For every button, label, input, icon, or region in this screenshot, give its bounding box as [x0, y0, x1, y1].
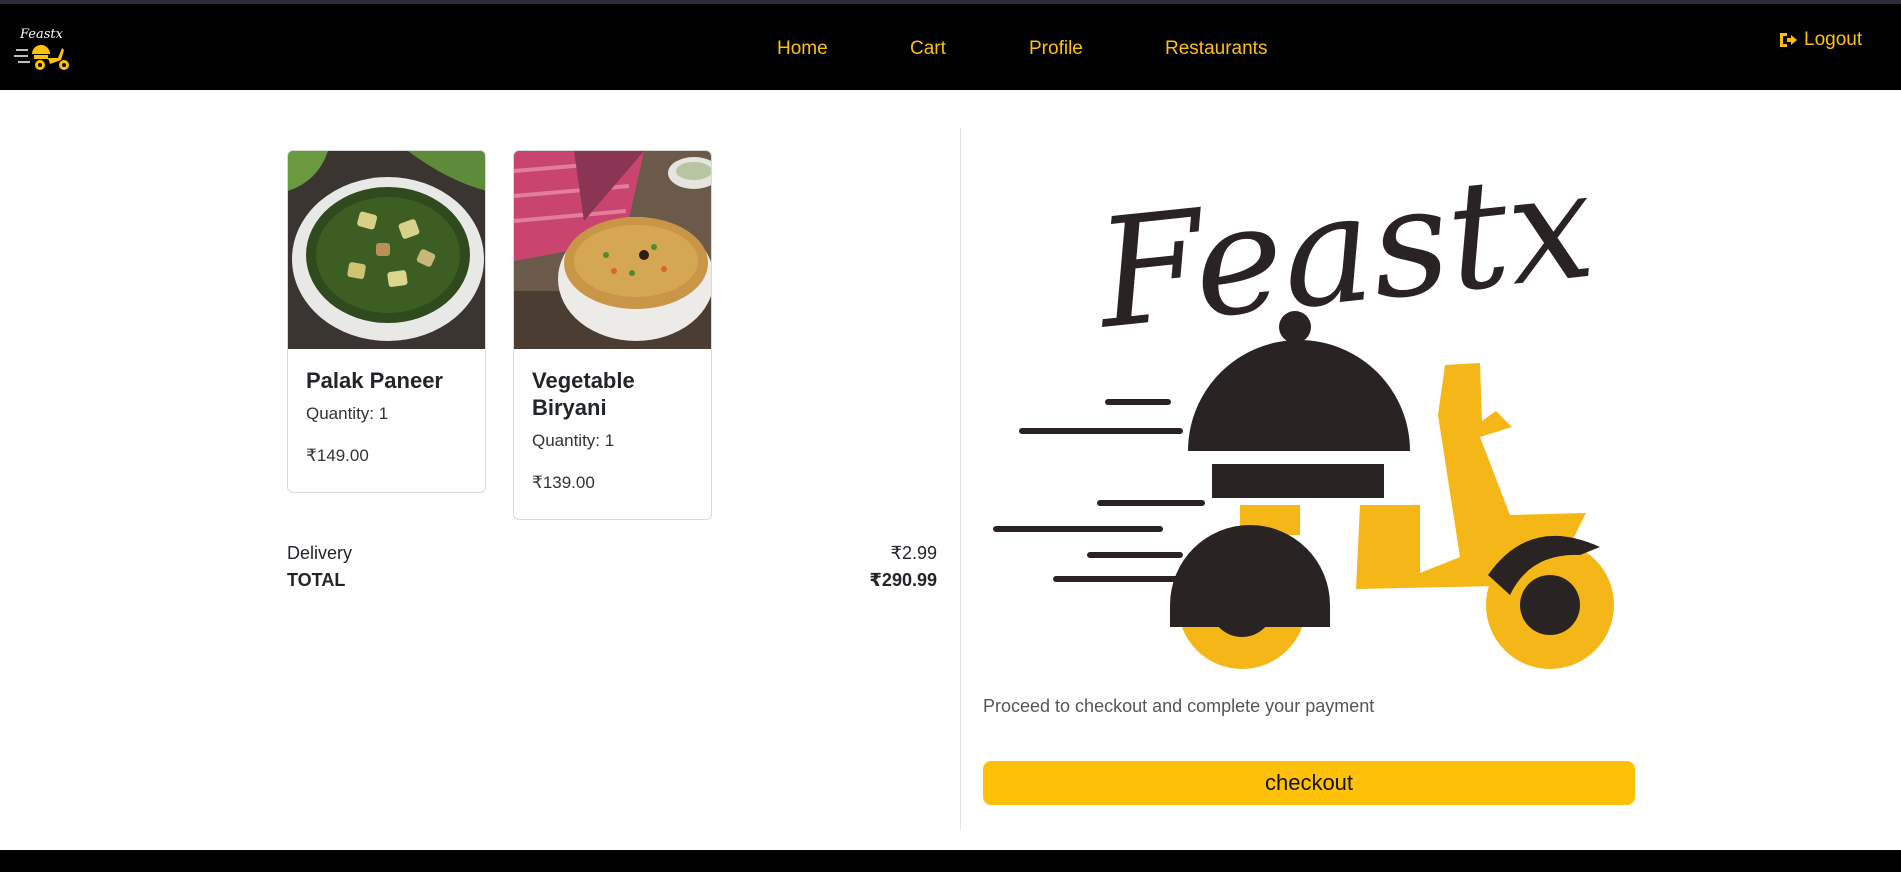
svg-text:Feastx: Feastx [1087, 175, 1601, 363]
total-value: ₹290.99 [869, 570, 937, 590]
item-name: Vegetable Biryani [532, 368, 635, 420]
palak-paneer-image [288, 151, 485, 349]
vegetable-biryani-image [514, 151, 711, 349]
nav-home-link[interactable]: Home [777, 38, 828, 60]
delivery-row: Delivery ₹2.99 [287, 540, 937, 567]
item-quantity: Quantity: 1 [532, 431, 615, 450]
item-name: Palak Paneer [306, 368, 443, 393]
column-divider [960, 128, 961, 830]
total-row: TOTAL ₹290.99 [287, 567, 937, 594]
logout-icon [1780, 33, 1797, 47]
nav-cart-link[interactable]: Cart [910, 38, 946, 60]
cart-item-card: Palak Paneer Quantity: 1 ₹149.00 [287, 150, 486, 493]
feastx-logo: Feastx [993, 175, 1614, 669]
footer-bar [0, 850, 1901, 872]
item-price: ₹139.00 [532, 473, 595, 492]
item-price: ₹149.00 [306, 446, 369, 465]
navbar: Feastx Home Cart Profile Restaurants Log… [0, 4, 1901, 90]
checkout-button[interactable]: checkout [983, 761, 1635, 805]
nav-restaurants-link[interactable]: Restaurants [1165, 38, 1267, 60]
checkout-message: Proceed to checkout and complete your pa… [983, 696, 1375, 716]
logout-button[interactable]: Logout [1778, 29, 1862, 51]
order-summary: Delivery ₹2.99 TOTAL ₹290.99 [287, 540, 937, 594]
cart-item-card: Vegetable Biryani Quantity: 1 ₹139.00 [513, 150, 712, 520]
item-quantity: Quantity: 1 [306, 404, 389, 423]
delivery-value: ₹2.99 [890, 543, 938, 563]
delivery-label: Delivery [287, 543, 353, 563]
nav-profile-link[interactable]: Profile [1029, 38, 1083, 60]
total-label: TOTAL [287, 570, 346, 590]
nav-links: Home Cart Profile Restaurants [0, 38, 1901, 62]
logout-label: Logout [1804, 29, 1863, 50]
